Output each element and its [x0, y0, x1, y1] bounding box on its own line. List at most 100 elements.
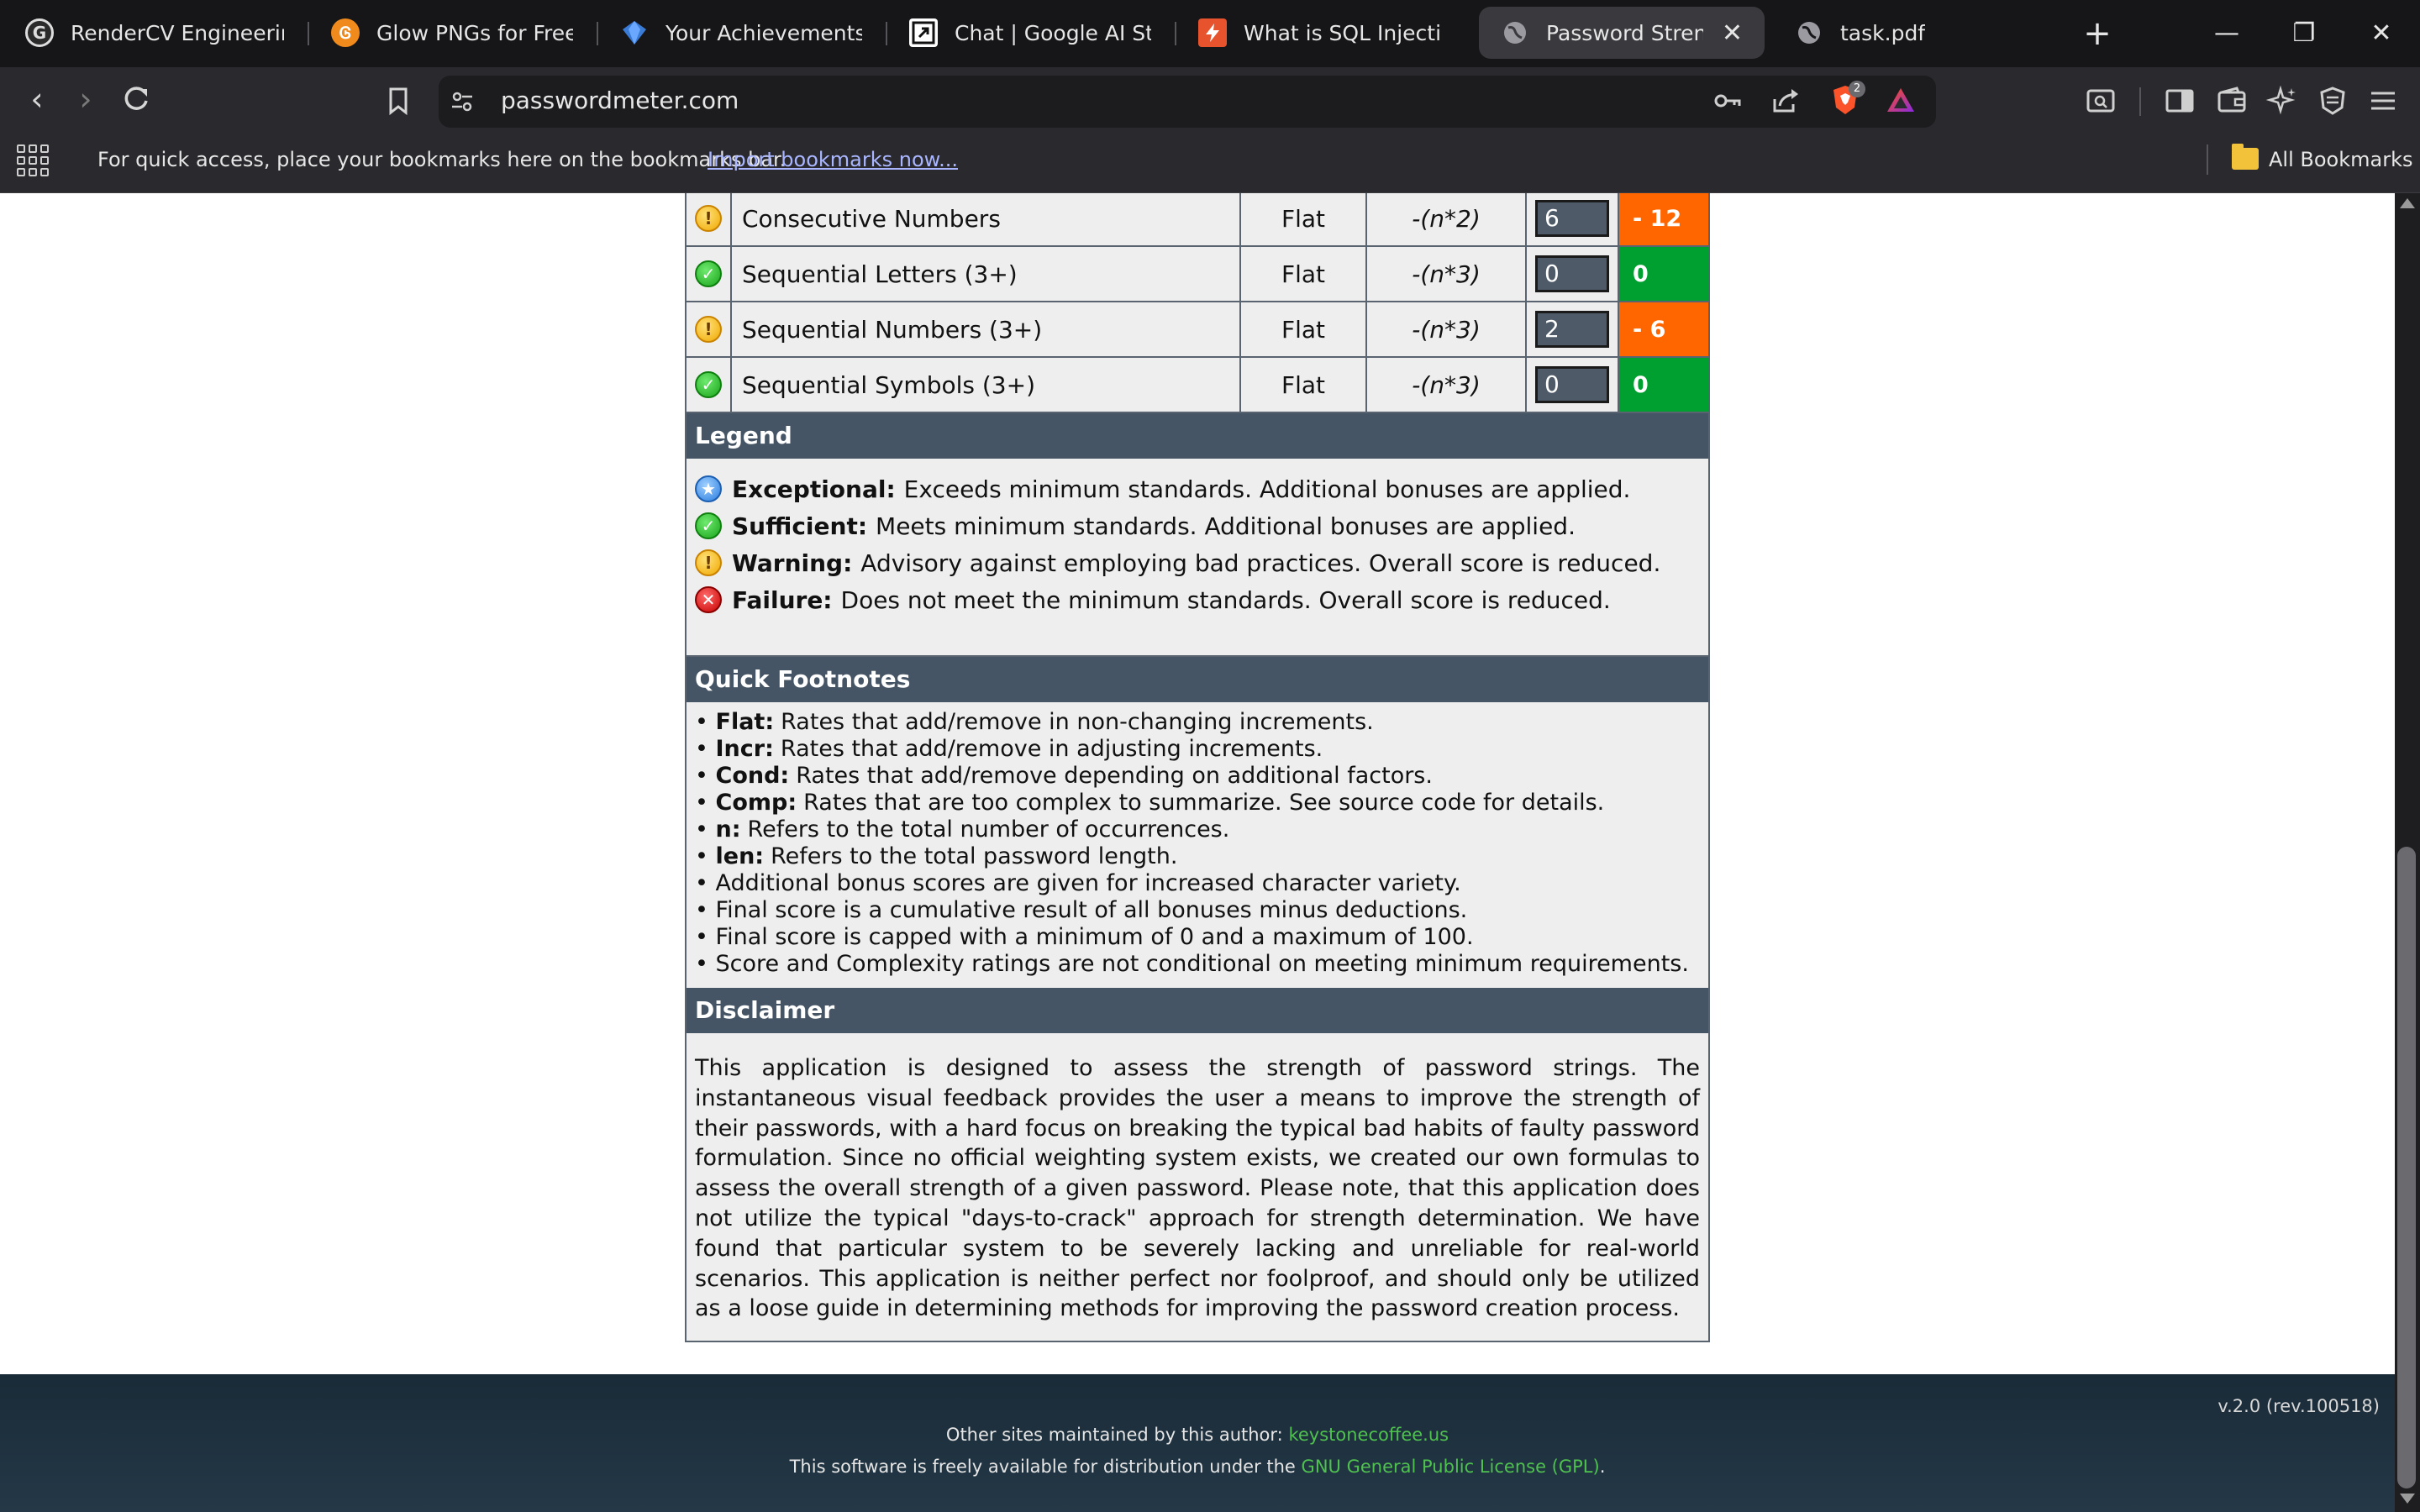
criteria-name: Sequential Symbols (3+) [732, 358, 1241, 412]
warning-icon: ! [695, 205, 722, 232]
other-sites-line: Other sites maintained by this author: k… [945, 1425, 1449, 1445]
criteria-name: Sequential Numbers (3+) [732, 302, 1241, 356]
restore-button[interactable]: ❐ [2279, 12, 2329, 55]
gpl-link[interactable]: GNU General Public License (GPL) [1302, 1457, 1600, 1477]
criteria-type: Flat [1241, 358, 1367, 412]
footnote-item: • Cond: Rates that add/remove depending o… [695, 763, 1433, 789]
footnote-item: • Comp: Rates that are too complex to sum… [695, 790, 1605, 816]
disclaimer-title: Disclaimer [687, 988, 1708, 1033]
rendercv-icon: G [25, 18, 54, 47]
site-footer: v.2.0 (rev.100518) Other sites maintaine… [0, 1374, 2395, 1512]
scroll-up-arrow[interactable] [2400, 198, 2415, 208]
close-tab-icon[interactable]: ✕ [1722, 18, 1743, 48]
bookmarks-divider [2207, 144, 2208, 175]
back-button[interactable]: ‹ [18, 82, 55, 119]
legend-title: Legend [687, 413, 1708, 459]
page-content: ! Consecutive Numbers Flat -(n*2) 6 - 12… [0, 193, 2395, 1512]
criteria-rate: -(n*2) [1367, 193, 1527, 245]
tab-rendercv[interactable]: G RenderCV EngineeringR [3, 7, 306, 59]
criteria-rate: -(n*3) [1367, 358, 1527, 412]
glow-icon: Ꮆ [331, 18, 360, 47]
apps-grid-icon[interactable] [17, 144, 49, 176]
shields-count-badge: 2 [1849, 81, 1865, 97]
criteria-type: Flat [1241, 302, 1367, 356]
forward-button[interactable]: › [67, 82, 104, 119]
warning-icon: ! [695, 316, 722, 343]
legend-item: ! Warning: Advisory against employing ba… [695, 546, 1660, 580]
url-text[interactable]: passwordmeter.com [501, 84, 739, 118]
legend-item: ★ Exceptional: Exceeds minimum standards… [695, 472, 1630, 506]
bookmark-page-icon[interactable] [381, 84, 415, 118]
bonus-value: 0 [1619, 358, 1708, 412]
sql-icon [1198, 18, 1227, 47]
tab-sql-injection[interactable]: What is SQL Injection? T [1176, 7, 1462, 59]
keystonecoffee-link[interactable]: keystonecoffee.us [1288, 1425, 1449, 1445]
tab-task-pdf[interactable]: task.pdf [1773, 7, 2025, 59]
toolbar-divider [2139, 87, 2141, 116]
reload-icon [124, 87, 148, 110]
wallet-icon[interactable] [2215, 84, 2249, 118]
tab-ai-studio[interactable]: Chat | Google AI Studio [887, 7, 1173, 59]
bonus-value: - 6 [1619, 302, 1708, 356]
footnote-item: • Score and Complexity ratings are not c… [695, 951, 1689, 977]
footnotes-title: Quick Footnotes [687, 657, 1708, 702]
password-key-icon[interactable] [1711, 84, 1744, 118]
footnote-item: • Final score is capped with a minimum o… [695, 924, 1474, 950]
footnote-item: • Final score is a cumulative result of … [695, 897, 1468, 923]
footnote-item: • Flat: Rates that add/remove in non-chan… [695, 709, 1374, 735]
table-row: ✓ Sequential Letters (3+) Flat -(n*3) 0 … [687, 247, 1708, 302]
count-field: 6 [1535, 200, 1609, 237]
globe-icon [1501, 18, 1529, 47]
count-field: 2 [1535, 311, 1609, 348]
close-window-button[interactable]: ✕ [2356, 12, 2407, 55]
footnote-item: • n: Refers to the total number of occurr… [695, 816, 1230, 843]
menu-icon[interactable] [2366, 84, 2400, 118]
criteria-type: Flat [1241, 247, 1367, 301]
ai-studio-icon [909, 18, 938, 47]
all-bookmarks-button[interactable]: All Bookmarks [2269, 146, 2412, 173]
tab-glow[interactable]: Ꮆ Glow PNGs for Free Dov [309, 7, 595, 59]
criteria-rate: -(n*3) [1367, 302, 1527, 356]
table-row: ! Sequential Numbers (3+) Flat -(n*3) 2 … [687, 302, 1708, 358]
bonus-value: - 12 [1619, 193, 1708, 245]
bookmarks-hint: For quick access, place your bookmarks h… [97, 148, 786, 171]
folder-icon[interactable] [2232, 144, 2259, 170]
brave-rewards-icon[interactable] [1884, 84, 1918, 118]
count-field: 0 [1535, 255, 1609, 292]
new-tab-button[interactable]: + [2079, 15, 2116, 52]
vpn-icon[interactable] [2316, 84, 2349, 118]
tab-achievements[interactable]: Your Achievements | Fo [598, 7, 884, 59]
sidebar-toggle-icon[interactable] [2163, 84, 2196, 118]
import-bookmarks-link[interactable]: Import bookmarks now... [708, 146, 958, 173]
version-label: v.2.0 (rev.100518) [2217, 1396, 2380, 1416]
table-row: ✓ Sequential Symbols (3+) Flat -(n*3) 0 … [687, 358, 1708, 413]
reload-button[interactable] [118, 82, 155, 119]
legend-item: ✕ Failure: Does not meet the minimum sta… [695, 583, 1611, 617]
bonus-value: 0 [1619, 247, 1708, 301]
share-icon[interactable] [1768, 84, 1802, 118]
site-settings-icon[interactable] [449, 88, 476, 115]
criteria-name: Sequential Letters (3+) [732, 247, 1241, 301]
scrollbar-thumb[interactable] [2397, 847, 2416, 1488]
license-line: This software is freely available for di… [789, 1457, 1606, 1477]
tab-strip: G RenderCV EngineeringR Ꮆ Glow PNGs for … [0, 0, 2420, 67]
footnotes-box: Quick Footnotes • Flat: Rates that add/re… [685, 655, 1710, 1342]
scroll-down-arrow[interactable] [2400, 1494, 2415, 1504]
footnote-item: • Incr: Rates that add/remove in adjustin… [695, 736, 1323, 762]
brave-shields-icon[interactable]: 2 [1828, 81, 1865, 116]
table-row: ! Consecutive Numbers Flat -(n*2) 6 - 12 [687, 193, 1708, 247]
disclaimer-text: This application is designed to assess t… [695, 1055, 1700, 1322]
warning-icon: ! [695, 549, 722, 576]
tab-password-strength[interactable]: Password Strength ✕ [1479, 7, 1765, 59]
exceptional-icon: ★ [695, 475, 722, 502]
minimize-button[interactable]: — [2202, 12, 2252, 55]
sufficient-icon: ✓ [695, 260, 722, 287]
footnote-item: • len: Refers to the total password lengt… [695, 843, 1178, 869]
leo-ai-icon[interactable] [2265, 84, 2299, 118]
failure-icon: ✕ [695, 586, 722, 613]
reader-mode-icon[interactable] [2084, 84, 2118, 118]
globe-icon [1795, 18, 1823, 47]
footnote-item: • Additional bonus scores are given for … [695, 870, 1461, 896]
legend-item: ✓ Sufficient: Meets minimum standards. A… [695, 509, 1576, 543]
count-field: 0 [1535, 366, 1609, 403]
